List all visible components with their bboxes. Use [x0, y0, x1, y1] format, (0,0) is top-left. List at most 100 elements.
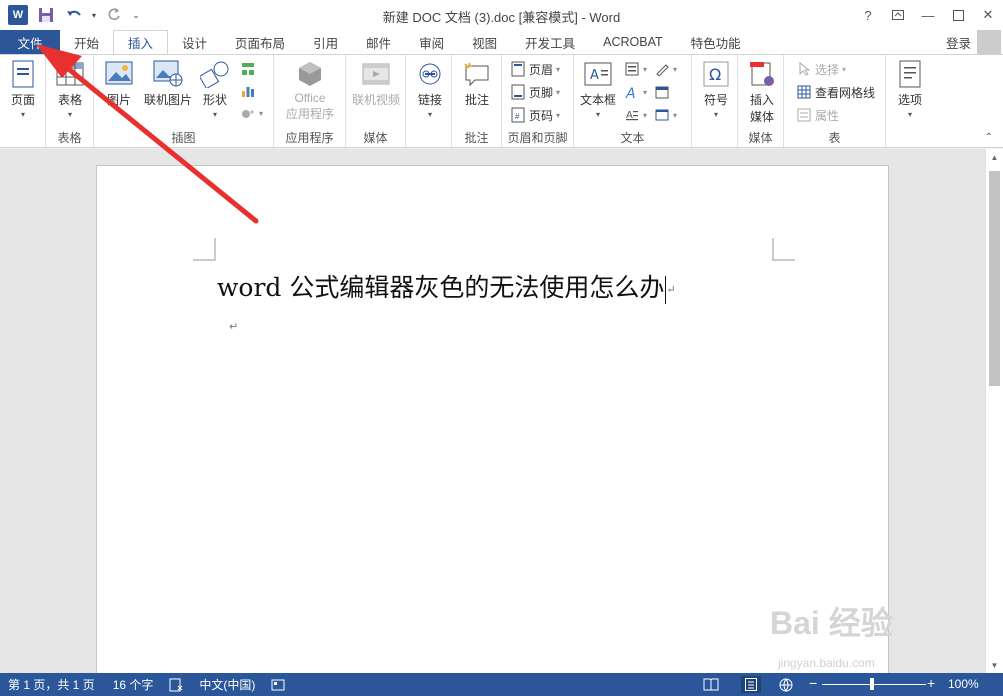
tab-references[interactable]: 引用: [299, 30, 352, 54]
tab-special-features[interactable]: 特色功能: [677, 30, 755, 54]
tab-file[interactable]: 文件: [0, 30, 60, 54]
chevron-down-icon: ▾: [907, 110, 912, 119]
header-icon: [510, 61, 526, 77]
chevron-down-icon: ▾: [20, 110, 25, 119]
save-icon[interactable]: [34, 3, 58, 27]
maximize-icon[interactable]: [943, 0, 973, 30]
zoom-out-button[interactable]: −: [809, 675, 817, 691]
scroll-down-icon[interactable]: ▼: [986, 657, 1003, 673]
print-layout-icon[interactable]: [741, 676, 761, 693]
insert-media-button[interactable]: 插入 媒体: [747, 59, 777, 125]
close-icon[interactable]: ✕: [973, 0, 1003, 30]
svg-text:A: A: [590, 68, 599, 83]
window-controls: ? — ✕: [853, 0, 1003, 30]
online-video-label: 联机视频: [352, 93, 401, 107]
ribbon-display-options-icon[interactable]: [883, 0, 913, 30]
collapse-ribbon-icon[interactable]: ⌃: [985, 132, 993, 143]
tab-view[interactable]: 视图: [458, 30, 511, 54]
zoom-level[interactable]: 100%: [948, 677, 979, 691]
signature-line-button[interactable]: ▾: [654, 59, 677, 79]
symbols-button[interactable]: Ω 符号 ▾: [701, 59, 731, 119]
screenshot-button[interactable]: ▾: [240, 103, 263, 123]
help-button[interactable]: ?: [853, 0, 883, 30]
tab-insert[interactable]: 插入: [113, 30, 169, 55]
page-number-button[interactable]: # 页码 ▾: [510, 105, 560, 125]
group-label-comments: 批注: [464, 131, 489, 145]
login-link[interactable]: 登录: [946, 33, 971, 52]
vertical-scrollbar[interactable]: ▲ ▼: [985, 149, 1003, 673]
redo-icon[interactable]: [102, 3, 126, 27]
header-button[interactable]: 页眉 ▾: [510, 59, 560, 79]
textbox-icon: A: [583, 59, 613, 89]
group-header-footer: 页眉 ▾ 页脚 ▾ # 页码 ▾ 页眉和页脚: [502, 55, 574, 149]
symbols-label: 符号: [703, 93, 728, 107]
group-options: 选项 ▾: [886, 55, 932, 149]
picture-button[interactable]: 图片: [104, 59, 134, 108]
comment-icon: [462, 59, 492, 89]
tab-page-layout[interactable]: 页面布局: [221, 30, 299, 54]
group-label-media: 媒体: [363, 131, 388, 145]
smartart-button[interactable]: [240, 59, 256, 79]
tab-home[interactable]: 开始: [60, 30, 113, 54]
date-time-button[interactable]: [654, 82, 670, 102]
chart-button[interactable]: [240, 81, 256, 101]
calendar-icon: [654, 84, 670, 100]
cursor-icon: [796, 61, 812, 77]
tab-mailings[interactable]: 邮件: [352, 30, 405, 54]
properties-button[interactable]: 属性: [796, 105, 839, 125]
wordart-button[interactable]: A ▾: [624, 82, 647, 102]
zoom-in-button[interactable]: +: [927, 675, 935, 691]
pages-button[interactable]: 页面 ▾: [8, 59, 38, 119]
tab-review[interactable]: 审阅: [405, 30, 458, 54]
quick-access-toolbar: W ▾ ⌄: [0, 0, 142, 30]
customize-qat-icon[interactable]: ⌄: [130, 3, 142, 27]
language[interactable]: 中文(中国): [191, 673, 263, 696]
zoom-slider-thumb[interactable]: [870, 678, 874, 690]
table-button[interactable]: 表格 ▾: [55, 59, 85, 119]
tab-design[interactable]: 设计: [168, 30, 221, 54]
options-button[interactable]: 选项 ▾: [895, 59, 925, 119]
document-text[interactable]: word 公式编辑器灰色的无法使用怎么办 ↵: [217, 268, 676, 304]
table-label: 表格: [57, 93, 82, 107]
avatar[interactable]: [977, 30, 1001, 54]
word-app-icon[interactable]: W: [6, 3, 30, 27]
status-bar: 第 1 页，共 1 页 16 个字 中文(中国) − + 100%: [0, 673, 1003, 696]
view-gridlines-button[interactable]: 查看网格线: [796, 82, 875, 102]
web-layout-icon[interactable]: [779, 678, 793, 695]
shapes-button[interactable]: 形状 ▾: [200, 59, 230, 119]
object-button[interactable]: ▾: [654, 105, 677, 125]
properties-label: 属性: [815, 108, 840, 123]
group-media-2: 插入 媒体 媒体: [738, 55, 784, 149]
document-area: word 公式编辑器灰色的无法使用怎么办 ↵ ↵: [0, 149, 985, 685]
online-video-button[interactable]: 联机视频: [352, 59, 400, 108]
online-picture-button[interactable]: 联机图片: [144, 59, 192, 108]
undo-dropdown-icon[interactable]: ▾: [90, 3, 98, 27]
link-icon: [415, 59, 445, 89]
undo-icon[interactable]: [62, 3, 86, 27]
scroll-thumb[interactable]: [989, 171, 1000, 386]
minimize-icon[interactable]: —: [913, 0, 943, 30]
chevron-down-icon: ▾: [212, 110, 217, 119]
textbox-button[interactable]: A 文本框 ▾: [580, 59, 616, 119]
proofing-icon[interactable]: [161, 673, 191, 696]
drop-cap-button[interactable]: A ▾: [624, 105, 647, 125]
zoom-slider-track[interactable]: [822, 684, 926, 685]
page-count[interactable]: 第 1 页，共 1 页: [0, 673, 103, 696]
tab-developer[interactable]: 开发工具: [511, 30, 589, 54]
quick-parts-button[interactable]: ▾: [624, 59, 647, 79]
online-picture-label: 联机图片: [144, 93, 193, 107]
tab-acrobat[interactable]: ACROBAT: [589, 30, 677, 54]
scroll-up-icon[interactable]: ▲: [986, 149, 1003, 165]
links-button[interactable]: 链接 ▾: [415, 59, 445, 119]
select-button[interactable]: 选择 ▾: [796, 59, 846, 79]
chart-icon: [240, 83, 256, 99]
footer-button[interactable]: 页脚 ▾: [510, 82, 560, 102]
svg-text:#: #: [515, 112, 520, 121]
word-count[interactable]: 16 个字: [105, 673, 162, 696]
margin-corner-top-left: [193, 238, 216, 261]
macro-record-icon[interactable]: [263, 673, 293, 696]
properties-icon: [796, 107, 812, 123]
new-comment-button[interactable]: 批注: [462, 59, 492, 108]
read-mode-icon[interactable]: [703, 678, 719, 694]
office-apps-button[interactable]: Office 应用程序: [280, 59, 340, 122]
